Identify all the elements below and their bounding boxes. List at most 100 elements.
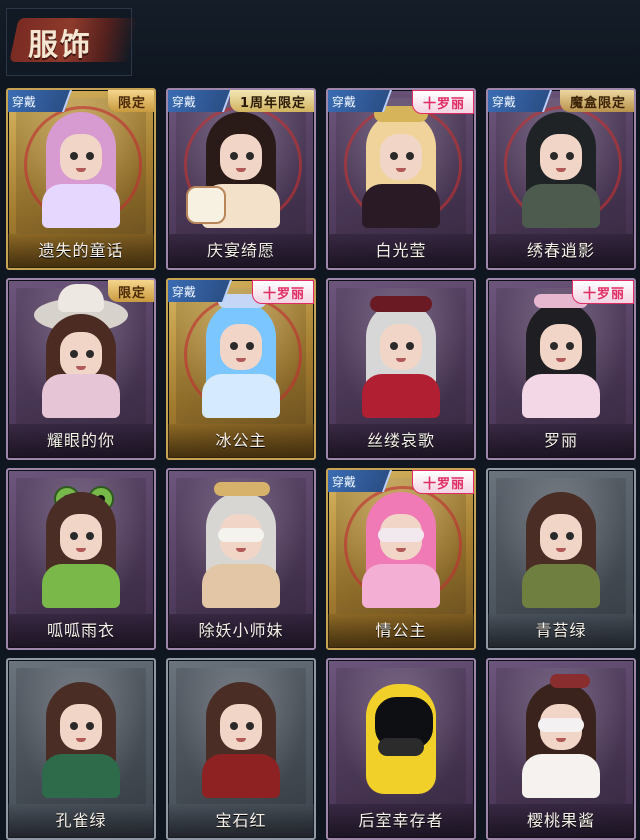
outfit-name: 耀眼的你	[46, 431, 115, 450]
costume	[202, 754, 280, 798]
eye	[566, 532, 574, 540]
outfit-name: 冰公主	[215, 431, 267, 450]
lolita-badge: 十罗丽	[411, 90, 474, 114]
wear-tag-text: 穿戴	[331, 475, 356, 489]
face	[60, 134, 102, 180]
eye	[230, 722, 238, 730]
wear-tag-text: 穿戴	[11, 95, 36, 109]
hat-top	[58, 284, 104, 312]
ornament-icon	[214, 482, 270, 496]
wear-tag-text: 穿戴	[171, 285, 196, 299]
face	[60, 704, 102, 750]
wear-tag-text: 穿戴	[331, 95, 356, 109]
eye	[406, 342, 414, 350]
outfit-card-14[interactable]: 宝石红	[166, 658, 316, 840]
outfit-card-12[interactable]: 青苔绿	[486, 468, 636, 650]
outfit-card-15[interactable]: 后室幸存者	[326, 658, 476, 840]
outfit-name: 孔雀绿	[55, 811, 107, 830]
outfit-name: 丝缕哀歌	[366, 431, 435, 450]
outfit-name: 樱桃果酱	[526, 811, 595, 830]
outfit-name: 后室幸存者	[358, 811, 444, 830]
outfit-card-11[interactable]: 穿戴 十罗丽 情公主	[326, 468, 476, 650]
outfit-card-13[interactable]: 孔雀绿	[6, 658, 156, 840]
eye	[550, 532, 558, 540]
eye	[86, 152, 94, 160]
face	[380, 134, 422, 180]
eye	[70, 532, 78, 540]
lolita-badge: 十罗丽	[251, 280, 314, 304]
outfit-name: 白光莹	[375, 241, 427, 260]
eye	[566, 342, 574, 350]
outfit-grid: 穿戴 限定 遗失的童话 穿戴 1周年限定 庆宴绮愿 穿戴 十罗丽 白光莹 穿戴 …	[0, 82, 640, 840]
face	[380, 324, 422, 370]
outfit-card-9[interactable]: 呱呱雨衣	[6, 468, 156, 650]
eye	[86, 350, 94, 358]
wear-tag: 穿戴	[488, 90, 553, 112]
bow-icon	[550, 674, 590, 688]
face	[220, 704, 262, 750]
cake-icon	[186, 186, 226, 224]
costume	[202, 374, 280, 418]
wear-tag-text: 穿戴	[491, 95, 516, 109]
outfit-name: 罗丽	[543, 431, 578, 450]
wear-tag: 穿戴	[8, 90, 73, 112]
costume	[522, 184, 600, 228]
face	[60, 332, 102, 378]
eye	[86, 722, 94, 730]
costume	[362, 564, 440, 608]
limited-badge: 限定	[107, 90, 154, 112]
outfit-card-2[interactable]: 穿戴 1周年限定 庆宴绮愿	[166, 88, 316, 270]
costume	[522, 374, 600, 418]
eye	[70, 152, 78, 160]
costume	[42, 374, 120, 418]
page-title: 服饰	[28, 28, 92, 63]
limited-badge: 限定	[107, 280, 154, 302]
wear-tag: 穿戴	[168, 90, 233, 112]
outfit-card-4[interactable]: 穿戴 魔盒限定 绣春逍影	[486, 88, 636, 270]
face	[540, 324, 582, 370]
wear-tag-text: 穿戴	[171, 95, 196, 109]
eye	[70, 722, 78, 730]
outfit-card-1[interactable]: 穿戴 限定 遗失的童话	[6, 88, 156, 270]
outfit-name: 除妖小师妹	[198, 621, 284, 640]
eye	[566, 152, 574, 160]
filter	[378, 738, 424, 756]
outfit-card-3[interactable]: 穿戴 十罗丽 白光莹	[326, 88, 476, 270]
outfit-card-6[interactable]: 穿戴 十罗丽 冰公主	[166, 278, 316, 460]
face	[220, 324, 262, 370]
outfit-name: 青苔绿	[535, 621, 587, 640]
eye	[70, 350, 78, 358]
blindfold	[218, 528, 264, 542]
wear-tag: 穿戴	[168, 280, 233, 302]
face	[60, 514, 102, 560]
outfit-name: 宝石红	[215, 811, 267, 830]
outfit-card-16[interactable]: 樱桃果酱	[486, 658, 636, 840]
eye	[246, 722, 254, 730]
lolita-badge: 十罗丽	[411, 470, 474, 494]
lolita-badge: 十罗丽	[571, 280, 634, 304]
costume	[42, 184, 120, 228]
costume	[42, 564, 120, 608]
headpiece-icon	[370, 296, 432, 312]
costume	[42, 754, 120, 798]
outfit-card-10[interactable]: 除妖小师妹	[166, 468, 316, 650]
costume	[522, 754, 600, 798]
outfit-name: 呱呱雨衣	[46, 621, 115, 640]
blindfold	[538, 718, 584, 732]
outfit-card-5[interactable]: 限定 耀眼的你	[6, 278, 156, 460]
box-limited-badge: 魔盒限定	[559, 90, 634, 112]
costume	[362, 184, 440, 228]
wear-tag: 穿戴	[328, 470, 393, 492]
anniversary-badge: 1周年限定	[229, 90, 314, 112]
outfit-card-8[interactable]: 十罗丽 罗丽	[486, 278, 636, 460]
face	[220, 134, 262, 180]
eye	[230, 342, 238, 350]
header: 服饰	[0, 0, 640, 82]
face	[540, 514, 582, 560]
costume	[202, 564, 280, 608]
outfit-card-7[interactable]: 丝缕哀歌	[326, 278, 476, 460]
costume	[362, 374, 440, 418]
eye	[230, 152, 238, 160]
wear-tag: 穿戴	[328, 90, 393, 112]
eye	[246, 342, 254, 350]
